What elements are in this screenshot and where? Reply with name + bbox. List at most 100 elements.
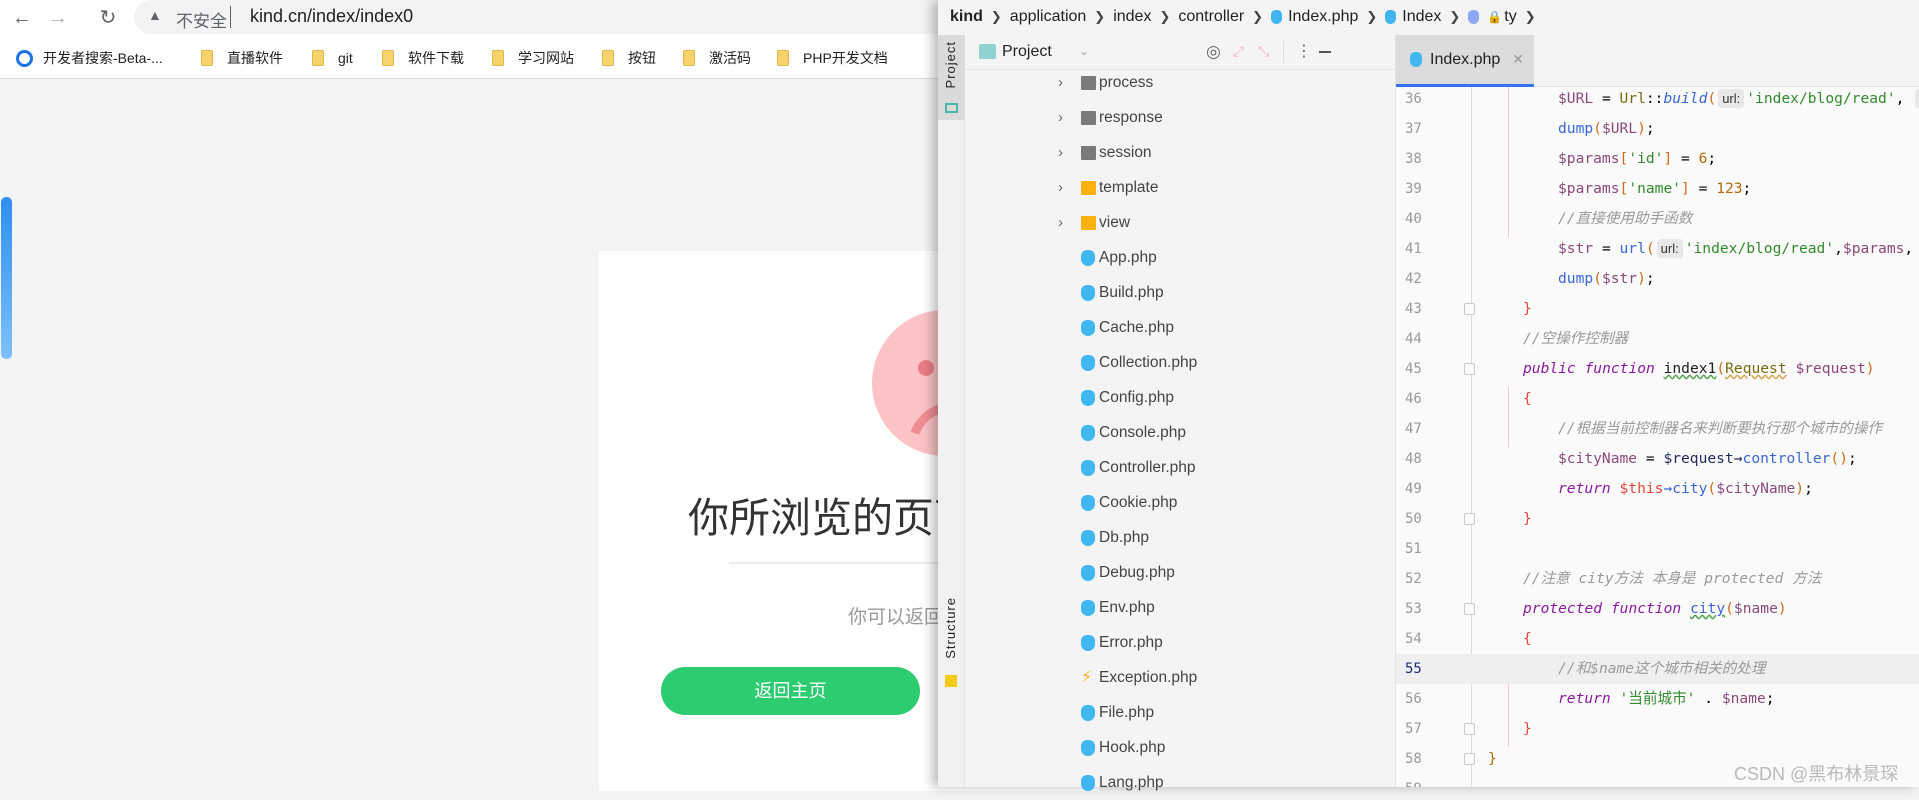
bookmark-folder[interactable]: 软件下载 — [382, 47, 464, 69]
breadcrumb-item[interactable]: index — [1113, 8, 1151, 26]
tree-item[interactable]: App.php — [965, 240, 1385, 275]
url-text[interactable]: kind.cn/index/index0 — [250, 6, 413, 27]
code-line[interactable]: 37 dump($URL); — [1396, 114, 1919, 144]
code-line[interactable]: 50} — [1396, 504, 1919, 534]
code-editor[interactable]: 36 $URL = Url::build(url:'index/blog/read… — [1396, 87, 1919, 787]
code-line[interactable]: 52 //注意 city方法 本身是 protected 方法 — [1396, 564, 1919, 594]
breadcrumb-item[interactable]: controller — [1178, 8, 1244, 26]
bookmark-folder[interactable]: 学习网站 — [492, 47, 574, 69]
side-indicator[interactable] — [1, 197, 12, 359]
tree-item-label: Config.php — [1099, 388, 1174, 406]
forward-button[interactable]: → — [44, 4, 72, 32]
tree-item[interactable]: Config.php — [965, 380, 1385, 415]
tree-item[interactable]: Collection.php — [965, 345, 1385, 380]
security-label[interactable]: 不安全 — [176, 7, 227, 32]
bookmark-folder[interactable]: git — [312, 47, 353, 69]
tree-item[interactable]: ⚡ Exception.php — [965, 660, 1385, 695]
tree-item[interactable]: › session — [965, 135, 1385, 170]
address-bar[interactable]: ▲ 不安全 kind.cn/index/index0 — [134, 0, 1034, 34]
code-line[interactable]: 55 //和$name这个城市相关的处理 — [1396, 654, 1919, 684]
locate-icon[interactable]: ◎ — [1206, 42, 1221, 62]
tab-index-php[interactable]: Index.php ✕ — [1396, 35, 1534, 87]
breadcrumb-item[interactable]: application — [1010, 8, 1087, 26]
tree-item[interactable]: › template — [965, 170, 1385, 205]
code-token: ; — [1847, 450, 1857, 467]
tree-item[interactable]: Env.php — [965, 590, 1385, 625]
back-button[interactable]: ← — [8, 4, 36, 32]
home-button[interactable]: 返回主页 — [661, 667, 920, 715]
bookmark-item[interactable]: 开发者搜索-Beta-... — [16, 47, 163, 69]
more-options-icon[interactable]: ⋮ — [1296, 41, 1312, 61]
chevron-right-icon[interactable]: › — [1058, 214, 1063, 231]
code-line[interactable]: 46 { — [1396, 384, 1919, 414]
code-token: ( — [1593, 120, 1602, 137]
code-line[interactable]: 43} — [1396, 294, 1919, 324]
fold-marker-icon[interactable] — [1464, 723, 1475, 735]
tree-item[interactable]: Db.php — [965, 520, 1385, 555]
fold-marker-icon[interactable] — [1464, 603, 1475, 615]
code-line[interactable]: 40 //直接使用助手函数 — [1396, 204, 1919, 234]
chevron-right-icon[interactable]: › — [1058, 109, 1063, 126]
fold-marker-icon[interactable] — [1464, 513, 1475, 525]
tree-item[interactable]: › process — [965, 65, 1385, 100]
code-line[interactable]: 53 protected function city($name) — [1396, 594, 1919, 624]
tree-item[interactable]: Console.php — [965, 415, 1385, 450]
code-line[interactable]: 57} — [1396, 714, 1919, 744]
fold-marker-icon[interactable] — [1464, 753, 1475, 765]
chevron-down-icon[interactable]: ⌄ — [1079, 44, 1089, 58]
line-number: 52 — [1405, 571, 1422, 587]
breadcrumb-item[interactable]: kind — [950, 8, 983, 26]
chevron-right-icon[interactable]: › — [1058, 179, 1063, 196]
breadcrumb-item[interactable]: Index — [1402, 8, 1441, 26]
tree-item-label: App.php — [1099, 248, 1157, 266]
tree-item[interactable]: Cookie.php — [965, 485, 1385, 520]
tree-item[interactable]: › view — [965, 205, 1385, 240]
tree-item[interactable]: Cache.php — [965, 310, 1385, 345]
code-line[interactable]: 36 $URL = Url::build(url:'index/blog/read… — [1396, 87, 1919, 114]
expand-all-icon[interactable]: ⤢ — [1233, 43, 1244, 60]
close-icon[interactable]: ✕ — [1512, 51, 1524, 68]
code-token: [ — [1619, 150, 1629, 167]
bookmark-folder[interactable]: 激活码 — [683, 47, 751, 69]
code-line[interactable]: 39 $params['name'] = 123; — [1396, 174, 1919, 204]
breadcrumb-item[interactable]: Index.php — [1288, 8, 1358, 26]
chevron-right-icon[interactable]: › — [1058, 74, 1063, 91]
project-tool-label[interactable]: Project — [943, 41, 958, 88]
tree-item[interactable]: Lang.php — [965, 765, 1385, 800]
bookmark-folder[interactable]: 按钮 — [602, 47, 656, 69]
structure-tool-label[interactable]: Structure — [943, 597, 958, 659]
bookmark-folder[interactable]: 直播软件 — [201, 47, 283, 69]
code-line[interactable]: 42 dump($str); — [1396, 264, 1919, 294]
fold-marker-icon[interactable] — [1464, 363, 1475, 375]
tree-item[interactable]: › response — [965, 100, 1385, 135]
code-line[interactable]: 44 //空操作控制器 — [1396, 324, 1919, 354]
code-line[interactable]: 38 $params['id'] = 6; — [1396, 144, 1919, 174]
code-line[interactable]: 47 //根据当前控制器名来判断要执行那个城市的操作 — [1396, 414, 1919, 444]
collapse-all-icon[interactable]: ⤡ — [1258, 43, 1269, 60]
chevron-right-icon[interactable]: › — [1058, 144, 1063, 161]
tree-item[interactable]: Build.php — [965, 275, 1385, 310]
tree-item[interactable]: Controller.php — [965, 450, 1385, 485]
tree-item[interactable]: Debug.php — [965, 555, 1385, 590]
code-line[interactable]: 49 return $this→city($cityName); — [1396, 474, 1919, 504]
fold-marker-icon[interactable] — [1464, 303, 1475, 315]
code-line[interactable]: 51 — [1396, 534, 1919, 564]
code-line[interactable]: 56 return '当前城市' . $name; — [1396, 684, 1919, 714]
code-token: ( — [1725, 600, 1734, 617]
code-line[interactable]: 48 $cityName = $request→controller(); — [1396, 444, 1919, 474]
code-line[interactable]: 41 $str = url(url:'index/blog/read',$para… — [1396, 234, 1919, 264]
minimize-icon[interactable] — [1319, 51, 1331, 53]
project-tool-button[interactable]: Project — [938, 35, 965, 120]
tree-item[interactable]: Hook.php — [965, 730, 1385, 765]
code-line[interactable]: 45 public function index1(Request $reques… — [1396, 354, 1919, 384]
tree-item[interactable]: Error.php — [965, 625, 1385, 660]
tree-item[interactable]: File.php — [965, 695, 1385, 730]
project-view-selector[interactable]: Project — [1002, 43, 1052, 61]
reload-button[interactable]: ↻ — [94, 4, 122, 32]
warning-icon[interactable]: ▲ — [148, 7, 162, 23]
watermark: CSDN @黑布林景琛 — [1734, 764, 1899, 784]
folder-icon — [1081, 145, 1096, 160]
bookmark-folder[interactable]: PHP开发文档 — [777, 47, 888, 69]
code-line[interactable]: 54 { — [1396, 624, 1919, 654]
breadcrumb-item[interactable]: ty — [1504, 8, 1516, 26]
